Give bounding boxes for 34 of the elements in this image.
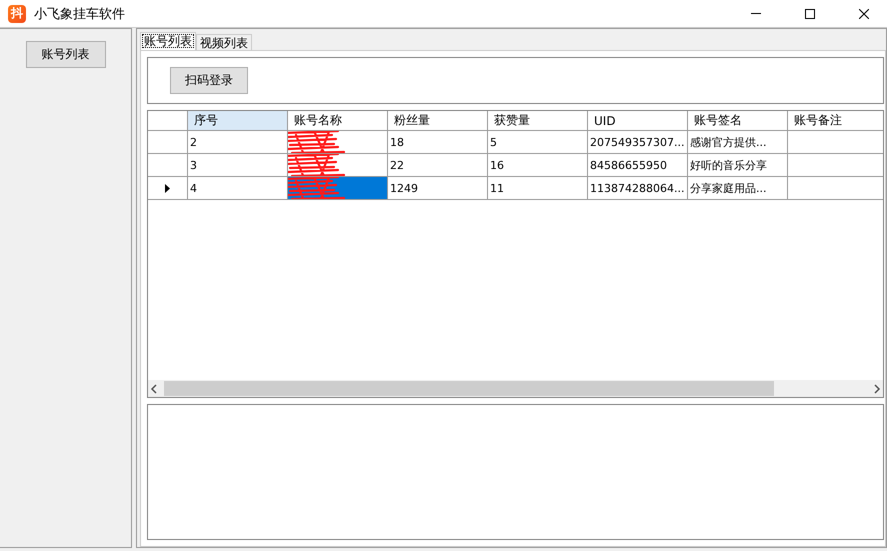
window-title: 小飞象挂车软件 <box>34 6 126 22</box>
close-icon <box>859 8 869 18</box>
table-cell: 207549357307... <box>588 131 688 154</box>
table-cell: 18 <box>388 131 488 154</box>
table-cell: 2 <box>188 131 288 154</box>
scrollbar-thumb[interactable] <box>164 381 774 396</box>
table-cell: 1249 <box>388 177 488 200</box>
column-header[interactable]: UID <box>588 111 688 131</box>
column-header[interactable]: 获赞量 <box>488 111 588 131</box>
table-cell: 3 <box>188 154 288 177</box>
tab[interactable]: 视频列表 <box>196 34 252 50</box>
table-cell: 113874288064... <box>588 177 688 200</box>
horizontal-scrollbar[interactable] <box>148 380 883 397</box>
table-cell: 16 <box>488 154 588 177</box>
column-header[interactable]: 账号备注 <box>788 111 883 131</box>
table-cell: 分享家庭用品... <box>688 177 788 200</box>
table-cell: 好听的音乐分享 <box>688 154 788 177</box>
column-header[interactable]: 账号名称 <box>288 111 388 131</box>
minimize-icon <box>751 13 761 14</box>
table-cell: 5 <box>488 131 588 154</box>
tab[interactable]: 账号列表 <box>140 32 196 50</box>
table-cell: 11 <box>488 177 588 200</box>
maximize-icon <box>805 8 815 18</box>
column-header[interactable]: 账号签名 <box>688 111 788 131</box>
nav-button[interactable]: 账号列表 <box>26 41 106 68</box>
table-cell: 22 <box>388 154 488 177</box>
app-icon: 抖 <box>8 4 26 22</box>
column-header[interactable]: 序号 <box>188 111 288 131</box>
scan-login-button[interactable]: 扫码登录 <box>170 67 248 94</box>
table-cell: 84586655950 <box>588 154 688 177</box>
current-row-icon <box>165 184 170 192</box>
table-cell: 4 <box>188 177 288 200</box>
table-cell: 感谢官方提供... <box>688 131 788 154</box>
column-header[interactable]: 粉丝量 <box>388 111 488 131</box>
